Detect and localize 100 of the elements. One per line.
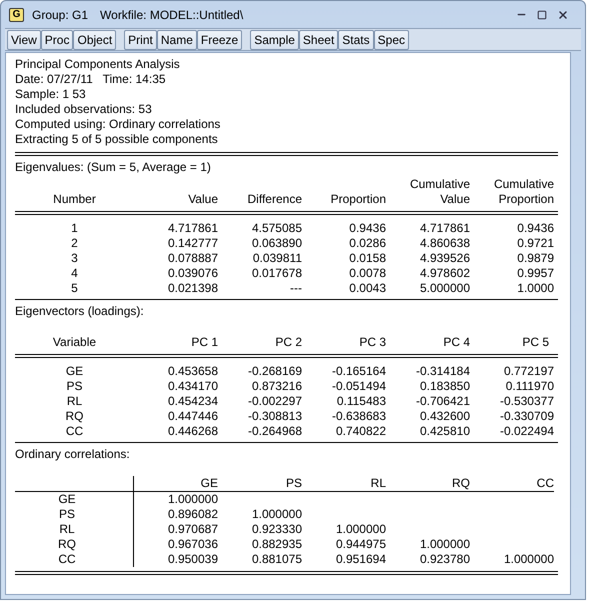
app-icon: G bbox=[9, 8, 24, 22]
table-cell-text: 0.017678 bbox=[250, 266, 302, 281]
table-cell-text: 1.000000 bbox=[250, 507, 302, 522]
table-cell-text: 0.078887 bbox=[166, 251, 218, 266]
table-cell-text: RQ bbox=[64, 409, 84, 424]
table-cell-text: 0.434170 bbox=[166, 379, 218, 394]
table-cell-text: 0.183850 bbox=[418, 379, 470, 394]
table-cell-text: 0.896082 bbox=[166, 507, 218, 522]
toolbar-button[interactable]: Name bbox=[156, 30, 197, 50]
table-cell-text: -0.264968 bbox=[246, 424, 302, 439]
table-cell-text: 1.000000 bbox=[418, 537, 470, 552]
table-cell-text: 4 bbox=[70, 266, 79, 281]
column-header: PC 1 bbox=[190, 335, 218, 350]
column-header: Value bbox=[439, 192, 470, 207]
table-cell-text: -0.638683 bbox=[330, 409, 386, 424]
table-cell-text: 5.000000 bbox=[418, 281, 470, 296]
window-title: Group: G1 bbox=[32, 6, 88, 24]
column-header: PS bbox=[218, 476, 302, 492]
info-line: Computed using: Ordinary correlations bbox=[15, 117, 222, 132]
column-header: PC 5 bbox=[521, 335, 550, 350]
table-cell-text: -0.314184 bbox=[414, 364, 470, 379]
table-cell: GE bbox=[15, 492, 134, 507]
table-cell-text: 0.944975 bbox=[334, 537, 386, 552]
table-cell-text: 4.860638 bbox=[418, 236, 470, 251]
toolbar-button[interactable]: Sample bbox=[250, 30, 299, 50]
table-cell-text: 0.923780 bbox=[418, 552, 470, 567]
table-cell: PS bbox=[15, 507, 134, 522]
table-cell-text: 0.0078 bbox=[348, 266, 386, 281]
table-cell-text: 4.978602 bbox=[418, 266, 470, 281]
table-cell-text: RL bbox=[66, 394, 84, 409]
table-cell-text: -0.051494 bbox=[330, 379, 386, 394]
info-line: Included observations: 53 bbox=[15, 102, 153, 117]
toolbar-button[interactable]: Object bbox=[73, 30, 116, 50]
table-cell-text: 0.923330 bbox=[250, 522, 302, 537]
table-cell-text: 2 bbox=[70, 236, 79, 251]
column-header: PC 3 bbox=[358, 335, 386, 350]
column-header: CC bbox=[470, 476, 554, 492]
table-cell-text: 0.0043 bbox=[348, 281, 386, 296]
close-icon[interactable] bbox=[557, 8, 569, 20]
table-cell-text: 0.970687 bbox=[166, 522, 218, 537]
table-cell: RQ bbox=[15, 537, 134, 552]
table-cell-text: GE bbox=[64, 364, 84, 379]
table-cell-text: 1 bbox=[70, 221, 79, 236]
table-cell-text: 0.446268 bbox=[166, 424, 218, 439]
column-header: RQ bbox=[386, 476, 470, 492]
table-cell-text: 0.063890 bbox=[250, 236, 302, 251]
toolbar-button[interactable]: View bbox=[7, 30, 41, 50]
toolbar-button[interactable]: Print bbox=[124, 30, 157, 50]
table-cell-text: -0.308813 bbox=[246, 409, 302, 424]
toolbar-button[interactable]: Freeze bbox=[196, 30, 242, 50]
section-caption: Ordinary correlations: bbox=[15, 447, 131, 462]
table-cell-text: 0.425810 bbox=[418, 424, 470, 439]
table-cell-text: 3 bbox=[70, 251, 79, 266]
table-cell-text: 0.453658 bbox=[166, 364, 218, 379]
table-cell-text: 0.039076 bbox=[166, 266, 218, 281]
table-cell-text: 4.939526 bbox=[418, 251, 470, 266]
workfile-title: Workfile: MODEL::Untitled\ bbox=[100, 6, 244, 24]
table-cell: CC bbox=[15, 552, 134, 567]
maximize-icon[interactable] bbox=[537, 10, 547, 20]
table-cell-text: 0.951694 bbox=[334, 552, 386, 567]
column-header: Value bbox=[187, 192, 218, 207]
table-cell-text: 1.000000 bbox=[166, 492, 218, 507]
table-cell-text: 1.000000 bbox=[502, 552, 554, 567]
table-cell-text: 0.454234 bbox=[166, 394, 218, 409]
column-header: Cumulative bbox=[492, 177, 554, 192]
table-cell-text: 0.9436 bbox=[516, 221, 554, 236]
table-cell-text: 0.740822 bbox=[334, 424, 386, 439]
table-cell-text: 0.9721 bbox=[516, 236, 554, 251]
table-cell-text: 0.039811 bbox=[252, 251, 302, 266]
column-header: Difference bbox=[246, 192, 302, 207]
table-cell-text: 0.882935 bbox=[250, 537, 302, 552]
table-cell-text: 0.0286 bbox=[348, 236, 386, 251]
table-cell-text: -0.268169 bbox=[246, 364, 302, 379]
table-cell-text: 0.772197 bbox=[502, 364, 554, 379]
table-cell-text: -0.330709 bbox=[498, 409, 554, 424]
info-line: Sample: 1 53 bbox=[15, 87, 87, 102]
table-cell-text: 0.967036 bbox=[166, 537, 218, 552]
table-cell-text: 0.432600 bbox=[418, 409, 470, 424]
table-cell-text: -0.530377 bbox=[498, 394, 554, 409]
table-cell-text: -0.706421 bbox=[414, 394, 470, 409]
info-line: Date: 07/27/11 Time: 14:35 bbox=[15, 72, 167, 87]
table-cell-text: -0.002297 bbox=[246, 394, 302, 409]
table-cell-text: 0.881075 bbox=[250, 552, 302, 567]
table-cell-text: 0.0158 bbox=[348, 251, 386, 266]
column-header: Number bbox=[52, 192, 97, 207]
table-cell-text: 1.000000 bbox=[334, 522, 386, 537]
table-cell-text: -0.165164 bbox=[330, 364, 386, 379]
toolbar-button[interactable]: Proc bbox=[40, 30, 74, 50]
column-header: Variable bbox=[52, 335, 98, 350]
table-cell-text: 1.0000 bbox=[516, 281, 554, 296]
section-caption: Eigenvalues: (Sum = 5, Average = 1) bbox=[15, 160, 212, 175]
toolbar-button[interactable]: Spec bbox=[374, 30, 409, 50]
toolbar-button[interactable]: Stats bbox=[338, 30, 374, 50]
table-cell-text: 0.142777 bbox=[166, 236, 218, 251]
section-caption: Eigenvectors (loadings): bbox=[15, 304, 145, 319]
table-cell-text: 0.9436 bbox=[348, 221, 386, 236]
column-header: Cumulative bbox=[408, 177, 470, 192]
table-cell-text: PS bbox=[65, 379, 84, 394]
toolbar-button[interactable]: Sheet bbox=[298, 30, 338, 50]
table-cell-text: CC bbox=[64, 424, 84, 439]
